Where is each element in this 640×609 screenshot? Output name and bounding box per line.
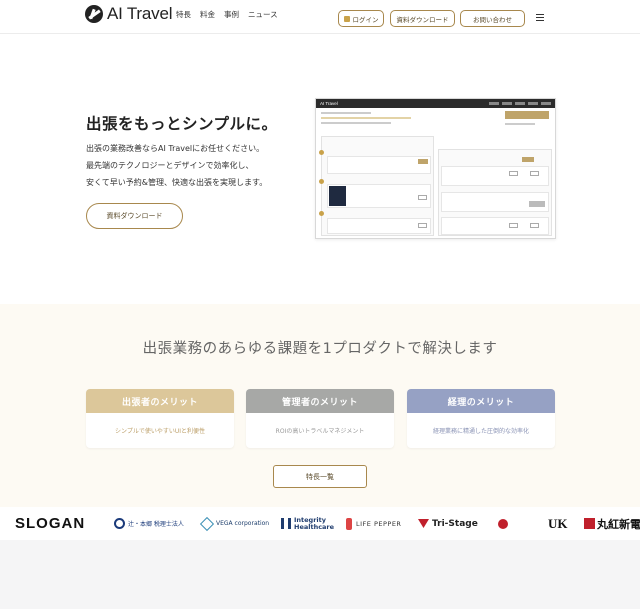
hero-desc-line: 出張の業務改善ならAI Travelにお任せください。 bbox=[86, 144, 265, 153]
vega-emblem-icon bbox=[199, 516, 215, 531]
marubeni-emblem-icon bbox=[584, 518, 595, 529]
manager-merit-card: 管理者のメリット ROIの高いトラベルマネジメント bbox=[246, 389, 394, 448]
feature-list-button[interactable]: 特長一覧 bbox=[273, 465, 367, 488]
red-emblem-logo bbox=[498, 507, 510, 540]
merit-card-body: ROIの高いトラベルマネジメント bbox=[275, 428, 365, 435]
hero-desc-line: 安くて早い予約&管理、快適な出張を実現します。 bbox=[86, 178, 268, 187]
nav-item-cases[interactable]: 事例 bbox=[224, 9, 239, 20]
life-pepper-logo: LIFE PEPPER bbox=[346, 507, 401, 540]
merit-card-head: 管理者のメリット bbox=[246, 389, 394, 413]
hamburger-menu-icon[interactable] bbox=[536, 14, 544, 21]
nav-item-news[interactable]: ニュース bbox=[248, 9, 278, 20]
red-emblem-icon bbox=[498, 518, 508, 529]
merits-title: 出張業務のあらゆる課題を1プロダクトで解決します bbox=[142, 341, 498, 357]
merit-card-body: シンプルで使いやすいUIと利便性 bbox=[115, 428, 205, 435]
nav-item-features[interactable]: 特長 bbox=[176, 9, 191, 20]
uk-logo: UK bbox=[548, 515, 568, 531]
contact-button[interactable]: お問い合わせ bbox=[460, 10, 525, 27]
nav-item-pricing[interactable]: 料金 bbox=[200, 9, 215, 20]
main-nav: 特長 料金 事例 ニュース bbox=[176, 9, 278, 20]
tristage-logo-text: Tri-Stage bbox=[432, 518, 478, 529]
hero-doc-download-button[interactable]: 資料ダウンロード bbox=[86, 203, 183, 229]
marubeni-logo: 丸紅新電 bbox=[584, 507, 640, 540]
integrity-logo-line2: Healthcare bbox=[294, 522, 335, 531]
accounting-merit-card: 経理のメリット 経理業務に精通した圧倒的な効率化 bbox=[407, 389, 555, 448]
tsuji-hongo-logo: 辻・本郷 税理士法人 bbox=[114, 507, 184, 540]
merit-card-body: 経理業務に精通した圧倒的な効率化 bbox=[432, 428, 529, 435]
pepper-icon bbox=[346, 517, 352, 530]
integrity-healthcare-logo: Integrity Healthcare bbox=[281, 507, 334, 540]
lower-section bbox=[0, 540, 640, 609]
login-label: ログイン bbox=[352, 15, 379, 24]
tsuji-logo-text: 辻・本郷 税理士法人 bbox=[128, 521, 184, 528]
slogan-logo: SLOGAN bbox=[15, 515, 86, 532]
marubeni-logo-text: 丸紅新電 bbox=[597, 517, 640, 531]
tsuji-emblem-icon bbox=[114, 518, 125, 529]
hero-description: 出張の業務改善ならAI Travelにお任せください。 最先端のテクノロジーとデ… bbox=[86, 140, 267, 191]
integrity-emblem-icon bbox=[281, 518, 291, 529]
doc-download-button[interactable]: 資料ダウンロード bbox=[390, 10, 455, 27]
hero-desc-line: 最先端のテクノロジーとデザインで効率化し、 bbox=[86, 161, 254, 170]
product-screenshot: AI Travel bbox=[315, 98, 556, 239]
pepper-logo-text: LIFE PEPPER bbox=[356, 519, 402, 528]
brand-name: AI Travel bbox=[107, 4, 173, 23]
site-header: AI Travel 特長 料金 事例 ニュース ログイン 資料ダウンロード お問… bbox=[0, 0, 640, 34]
lock-icon bbox=[343, 15, 350, 22]
merit-card-head: 出張者のメリット bbox=[86, 389, 234, 413]
tristage-logo: Tri-Stage bbox=[418, 507, 478, 540]
brand-logo[interactable]: AI Travel bbox=[85, 4, 172, 24]
ai-travel-logo-icon bbox=[85, 5, 103, 23]
vega-logo: VEGA corporation bbox=[199, 507, 270, 540]
login-button[interactable]: ログイン bbox=[338, 10, 384, 27]
tristage-emblem-icon bbox=[418, 519, 429, 528]
mock-app-bar: AI Travel bbox=[316, 99, 555, 108]
vega-logo-text: VEGA corporation bbox=[216, 520, 270, 527]
traveler-merit-card: 出張者のメリット シンプルで使いやすいUIと利便性 bbox=[86, 389, 234, 448]
hero-title: 出張をもっとシンプルに。 bbox=[86, 115, 278, 133]
merit-card-head: 経理のメリット bbox=[407, 389, 555, 413]
mock-brand: AI Travel bbox=[320, 101, 338, 106]
